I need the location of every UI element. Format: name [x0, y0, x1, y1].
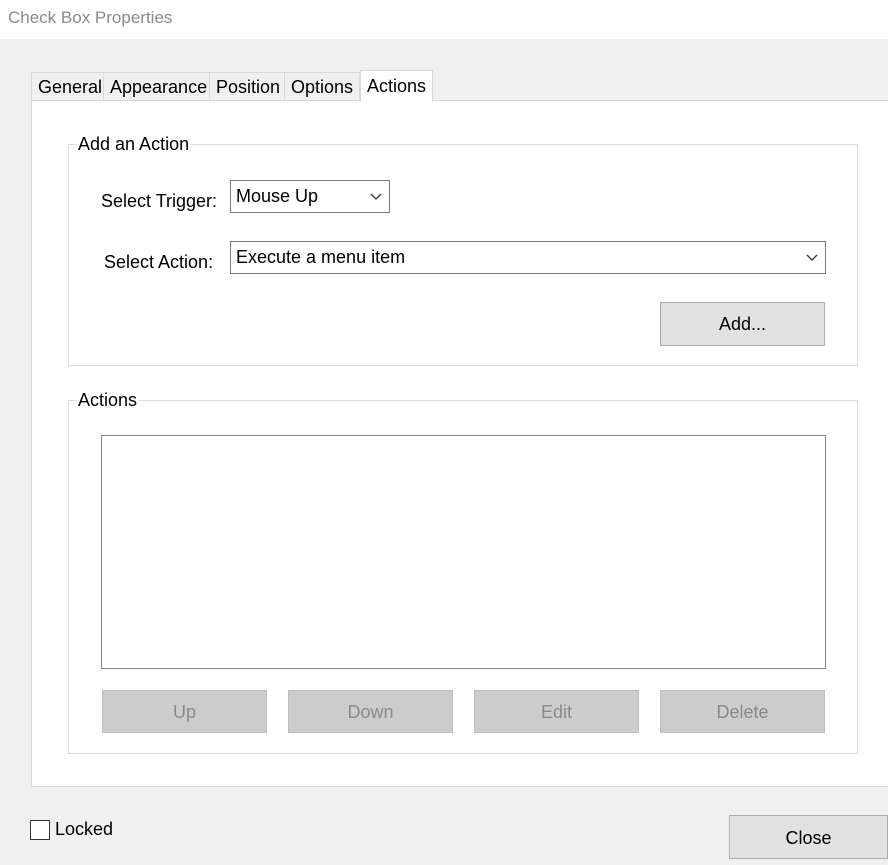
- actions-group-label: Actions: [77, 390, 139, 410]
- actions-group: Actions Up Down Edit Delete: [68, 390, 858, 754]
- tab-position[interactable]: Position: [209, 72, 288, 100]
- tab-general[interactable]: General: [31, 72, 110, 100]
- edit-button[interactable]: Edit: [474, 690, 639, 733]
- trigger-value: Mouse Up: [236, 186, 319, 206]
- locked-label: Locked: [55, 819, 114, 839]
- down-button[interactable]: Down: [288, 690, 453, 733]
- actions-list[interactable]: [101, 435, 826, 669]
- add-action-group: Add an Action Select Trigger: Mouse Up S…: [68, 134, 858, 366]
- close-button[interactable]: Close: [729, 815, 888, 859]
- tab-appearance[interactable]: Appearance: [103, 72, 215, 100]
- action-value: Execute a menu item: [236, 247, 406, 267]
- trigger-dropdown[interactable]: Mouse Up: [230, 180, 390, 213]
- tab-options[interactable]: Options: [284, 72, 361, 100]
- delete-button[interactable]: Delete: [660, 690, 825, 733]
- action-dropdown[interactable]: Execute a menu item: [230, 241, 826, 274]
- chevron-down-icon: [363, 181, 389, 212]
- select-action-label: Select Action:: [104, 252, 214, 272]
- actions-panel: Add an Action Select Trigger: Mouse Up S…: [31, 100, 888, 787]
- title-bar: Check Box Properties: [0, 0, 888, 39]
- chevron-down-icon: [799, 242, 825, 273]
- add-action-group-label: Add an Action: [77, 134, 191, 154]
- add-button[interactable]: Add...: [660, 302, 825, 346]
- up-button[interactable]: Up: [102, 690, 267, 733]
- select-trigger-label: Select Trigger:: [101, 191, 218, 211]
- tab-actions[interactable]: Actions: [360, 70, 434, 102]
- locked-checkbox[interactable]: [30, 820, 50, 840]
- window-title: Check Box Properties: [8, 8, 173, 27]
